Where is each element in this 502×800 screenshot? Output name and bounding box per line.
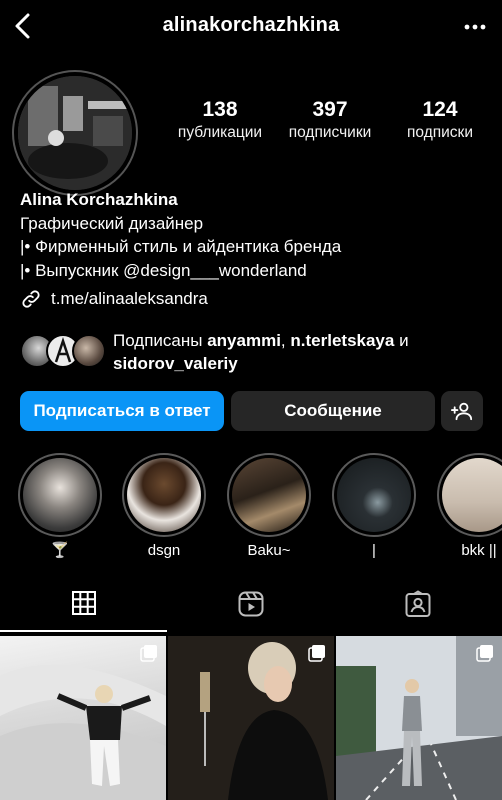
bio-line: Графический дизайнер — [20, 213, 204, 233]
highlight-label: Baku~ — [247, 542, 291, 559]
profile-link[interactable]: t.me/alinaaleksandra — [20, 288, 208, 310]
stat-followers-label: подписчики — [288, 124, 372, 141]
multiple-posts-icon — [476, 645, 493, 662]
highlight-cover — [23, 458, 97, 532]
add-person-icon — [451, 402, 473, 421]
highlight-item[interactable]: dsgn — [122, 453, 206, 560]
highlight-cover — [232, 458, 306, 532]
follower-avatar — [72, 334, 106, 368]
stat-followers[interactable]: 397 подписчики — [280, 98, 380, 144]
profile-bio: Alina Korchazhkina Графический дизайнер … — [20, 188, 490, 282]
follow-back-button[interactable]: Подписаться в ответ — [20, 391, 224, 431]
bio-line: |• Выпускник @design___wonderland — [20, 260, 307, 280]
follower-username[interactable]: anyammi — [207, 331, 281, 350]
tab-reels[interactable] — [167, 590, 334, 632]
followed-by[interactable]: Подписаны anyammi, n.terletskaya и sidor… — [20, 330, 490, 376]
followed-conj: и — [399, 331, 409, 350]
top-bar: alinakorchazhkina — [0, 0, 502, 52]
link-icon — [22, 290, 40, 308]
profile-link-text: t.me/alinaaleksandra — [51, 289, 208, 308]
follower-username[interactable]: sidorov_valeriy — [113, 354, 238, 373]
follower-username[interactable]: n.terletskaya — [290, 331, 394, 350]
stat-following-value: 124 — [422, 98, 458, 121]
highlight-label: dsgn — [147, 542, 181, 559]
post-thumbnail[interactable] — [168, 636, 334, 800]
followed-separator: , — [280, 331, 286, 350]
reels-icon — [238, 591, 263, 617]
highlight-cover — [337, 458, 411, 532]
stat-following-label: подписки — [407, 124, 473, 141]
highlight-cover — [127, 458, 201, 532]
highlight-item[interactable]: 🍸 — [18, 453, 102, 560]
multiple-posts-icon — [140, 645, 157, 662]
profile-tabs — [0, 590, 502, 632]
highlight-cover — [442, 458, 502, 532]
bio-line: |• Фирменный стиль и айдентика бренда — [20, 237, 342, 256]
highlight-label: 🍸 — [50, 542, 70, 559]
post-thumbnail[interactable] — [336, 636, 502, 800]
highlight-label: bkk || — [461, 542, 497, 559]
highlight-label: | — [372, 542, 376, 559]
highlight-item[interactable]: bkk || — [437, 453, 502, 560]
post-thumbnail[interactable] — [0, 636, 166, 800]
profile-stats: 138 публикации 397 подписчики 124 подпис… — [170, 98, 490, 144]
tab-posts[interactable] — [0, 590, 167, 632]
suggest-users-button[interactable] — [441, 391, 483, 431]
posts-grid — [0, 636, 502, 800]
tab-tagged[interactable] — [334, 590, 501, 632]
stat-posts-value: 138 — [202, 98, 238, 121]
stat-followers-value: 397 — [312, 98, 348, 121]
stat-following[interactable]: 124 подписки — [390, 98, 490, 144]
avatar-photo — [14, 72, 136, 194]
highlight-item[interactable]: Baku~ — [227, 453, 311, 560]
more-horizontal-icon[interactable] — [460, 12, 490, 42]
followed-prefix: Подписаны — [113, 331, 203, 350]
profile-name: Alina Korchazhkina — [20, 190, 178, 209]
active-tab-indicator — [0, 630, 167, 632]
story-highlights: 🍸 dsgn Baku~ | bkk || — [0, 453, 502, 565]
stat-posts[interactable]: 138 публикации — [170, 98, 270, 144]
message-button[interactable]: Сообщение — [231, 391, 435, 431]
tagged-icon — [405, 590, 430, 617]
multiple-posts-icon — [308, 645, 325, 662]
grid-icon — [71, 591, 96, 615]
highlight-item[interactable]: | — [332, 453, 416, 560]
profile-username: alinakorchazhkina — [162, 14, 340, 36]
profile-avatar[interactable] — [12, 70, 138, 196]
stat-posts-label: публикации — [177, 124, 263, 141]
